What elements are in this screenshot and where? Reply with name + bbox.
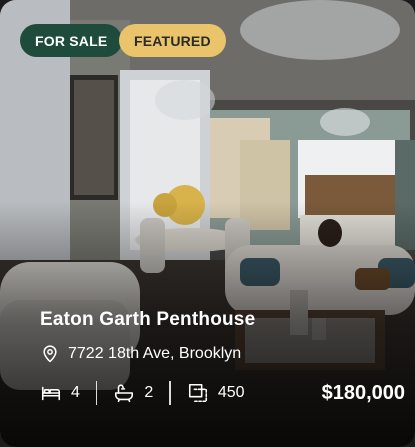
property-address: 7722 18th Ave, Brooklyn (40, 344, 241, 364)
baths-spec: 2 (113, 382, 153, 404)
for-sale-badge: FOR SALE (20, 24, 123, 57)
area-icon (187, 382, 209, 404)
property-card[interactable]: FOR SALE FEATURED Eaton Garth Penthouse … (0, 0, 415, 447)
location-pin-icon (40, 344, 60, 364)
spec-divider (95, 381, 98, 405)
baths-count: 2 (144, 384, 154, 401)
bathtub-icon (113, 382, 135, 404)
area-value: 450 (217, 384, 245, 401)
image-gradient-overlay (0, 0, 415, 447)
bed-icon (40, 382, 62, 404)
beds-count: 4 (71, 384, 80, 401)
property-title[interactable]: Eaton Garth Penthouse (40, 309, 255, 331)
area-spec: 450 (187, 382, 245, 404)
property-specs: 4 2 450 (40, 381, 245, 405)
spec-divider (169, 381, 171, 405)
address-text: 7722 18th Ave, Brooklyn (68, 345, 242, 362)
property-price: $180,000 (321, 382, 405, 404)
beds-spec: 4 (40, 382, 80, 404)
featured-badge: FEATURED (119, 24, 226, 57)
